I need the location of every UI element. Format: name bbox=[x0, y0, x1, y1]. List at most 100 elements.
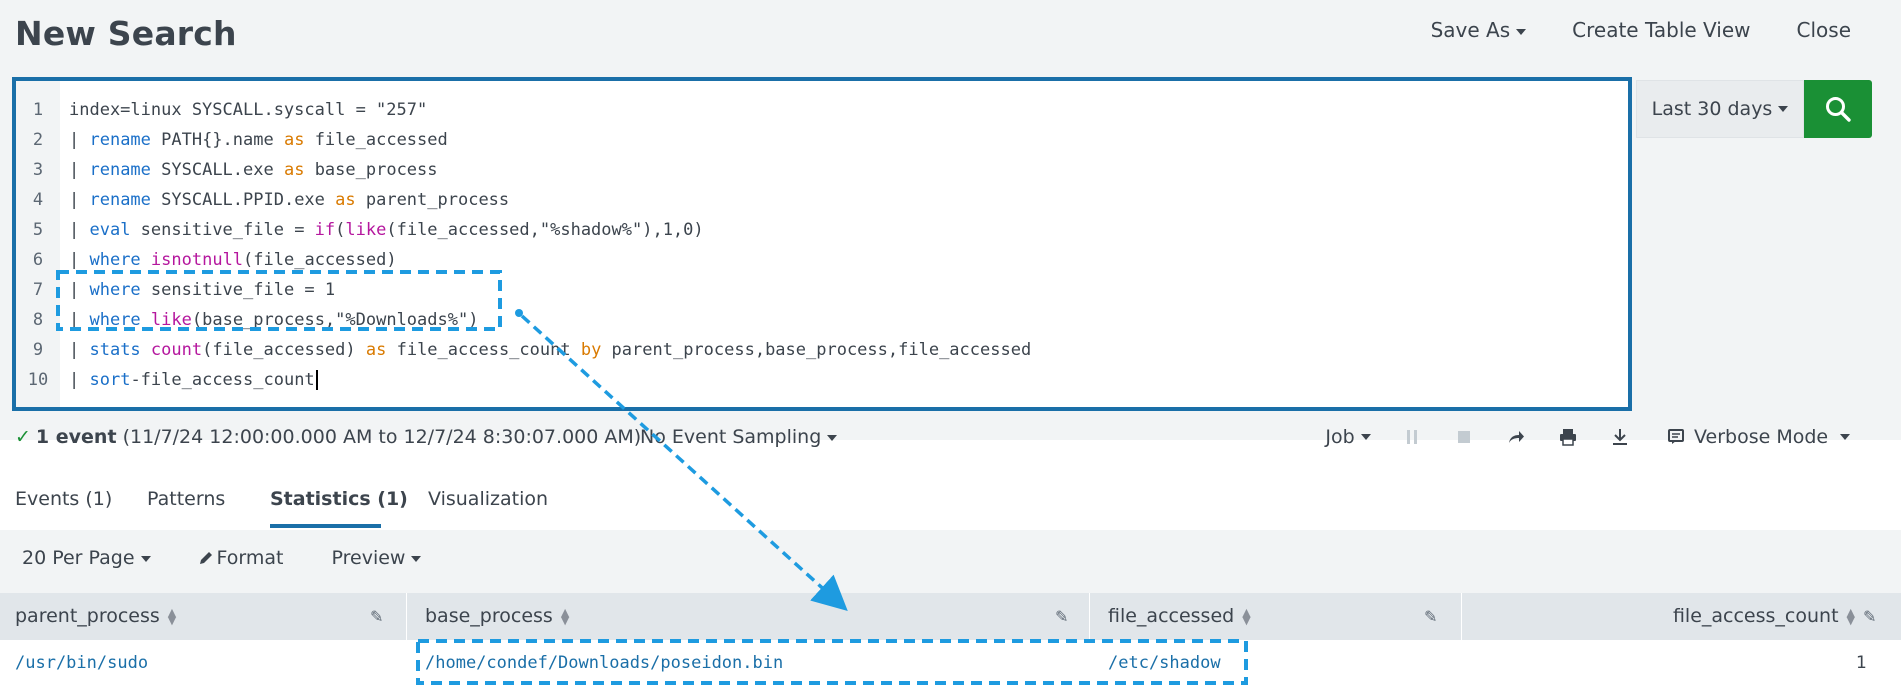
save-as-menu[interactable]: Save As bbox=[1431, 18, 1527, 42]
column-label-wrap: file_access_count ▲ ▼ bbox=[1673, 593, 1855, 640]
format-button[interactable]: Format bbox=[199, 547, 284, 569]
token-text: (file_accessed) bbox=[243, 250, 397, 270]
query-code: | rename SYSCALL.exe as base_process bbox=[69, 155, 438, 185]
line-number: 1 bbox=[32, 100, 44, 120]
active-tab-indicator bbox=[270, 524, 381, 528]
event-sampling-menu[interactable]: No Event Sampling bbox=[640, 426, 838, 448]
token-text: | bbox=[69, 190, 90, 210]
column-header-parent-process[interactable]: parent_process ▲ ▼ ✎ bbox=[0, 593, 407, 640]
token-text: parent_process,base_process,file_accesse… bbox=[601, 340, 1032, 360]
per-page-menu[interactable]: 20 Per Page bbox=[22, 547, 151, 569]
query-code: | sort-file_access_count bbox=[69, 365, 318, 395]
column-label: file_accessed bbox=[1108, 605, 1235, 627]
tab-patterns[interactable]: Patterns bbox=[147, 488, 225, 510]
pencil-icon[interactable]: ✎ bbox=[1424, 593, 1437, 640]
query-line[interactable]: 6 | where isnotnull(file_accessed) bbox=[16, 245, 1628, 275]
per-page-label: 20 Per Page bbox=[22, 547, 135, 569]
token-text: | bbox=[69, 370, 90, 390]
caret-down-icon bbox=[140, 555, 151, 562]
token-text: | bbox=[69, 250, 90, 270]
column-label: file_access_count bbox=[1672, 605, 1839, 627]
query-line[interactable]: 5 | eval sensitive_file = if(like(file_ac… bbox=[16, 215, 1628, 245]
token-op: as bbox=[283, 160, 305, 180]
cell-file-access-count: 1 bbox=[1856, 653, 1867, 673]
pause-button[interactable] bbox=[1386, 429, 1438, 445]
share-icon bbox=[1509, 431, 1524, 443]
caret-down-icon bbox=[827, 434, 838, 441]
token-text: -file_access_count bbox=[130, 370, 315, 390]
query-line[interactable]: 9 | stats count(file_accessed) as file_ac… bbox=[16, 335, 1628, 365]
table-row: /usr/bin/sudo /home/condef/Downloads/pos… bbox=[0, 640, 1901, 687]
token-kw: sort bbox=[89, 370, 131, 390]
search-query-editor[interactable]: 1 index=linux SYSCALL.syscall = "257" 2 | r… bbox=[12, 77, 1632, 411]
pencil-icon[interactable]: ✎ bbox=[1055, 593, 1068, 640]
tab-events[interactable]: Events (1) bbox=[15, 488, 112, 510]
line-number: 7 bbox=[32, 280, 44, 300]
pause-icon bbox=[1407, 430, 1417, 444]
search-button[interactable] bbox=[1804, 80, 1872, 138]
line-number: 6 bbox=[32, 250, 44, 270]
job-menu[interactable]: Job bbox=[1310, 426, 1386, 448]
query-code: | eval sensitive_file = if(like(file_acc… bbox=[69, 215, 704, 245]
query-code: | where like(base_process,"%Downloads%") bbox=[69, 305, 478, 335]
token-text: | bbox=[69, 340, 90, 360]
query-line[interactable]: 8 | where like(base_process,"%Downloads%"… bbox=[16, 305, 1628, 335]
cell-parent-process[interactable]: /usr/bin/sudo bbox=[15, 640, 148, 687]
column-header-file-access-count[interactable]: file_access_count ▲ ▼ ✎ bbox=[1463, 593, 1901, 640]
column-header-base-process[interactable]: base_process ▲ ▼ ✎ bbox=[408, 593, 1090, 640]
token-op: as bbox=[283, 130, 305, 150]
query-line[interactable]: 10 | sort-file_access_count bbox=[16, 365, 1628, 395]
share-button[interactable] bbox=[1490, 429, 1542, 445]
pencil-icon[interactable]: ✎ bbox=[370, 593, 383, 640]
query-code: | rename PATH{}.name as file_accessed bbox=[69, 125, 448, 155]
token-kw: where bbox=[89, 250, 141, 270]
caret-down-icon bbox=[1840, 434, 1851, 440]
tab-statistics[interactable]: Statistics (1) bbox=[270, 488, 408, 510]
token-kw: rename bbox=[89, 190, 151, 210]
line-number: 10 bbox=[27, 370, 49, 390]
close-button[interactable]: Close bbox=[1797, 18, 1851, 42]
create-table-view-button[interactable]: Create Table View bbox=[1572, 18, 1750, 42]
query-line[interactable]: 2 | rename PATH{}.name as file_accessed bbox=[16, 125, 1628, 155]
search-mode-menu[interactable]: Verbose Mode bbox=[1668, 426, 1851, 448]
preview-menu[interactable]: Preview bbox=[332, 547, 422, 569]
token-text: index=linux SYSCALL.syscall = "257" bbox=[69, 100, 428, 120]
time-range-picker[interactable]: Last 30 days bbox=[1636, 80, 1804, 138]
cell-file-accessed[interactable]: /etc/shadow bbox=[1108, 640, 1221, 687]
page-title: New Search bbox=[15, 14, 237, 53]
sort-icon: ▲ ▼ bbox=[1846, 605, 1855, 627]
print-button[interactable] bbox=[1542, 428, 1594, 446]
job-toolbar: Job bbox=[1310, 426, 1646, 448]
export-button[interactable] bbox=[1594, 428, 1646, 446]
token-kw: stats bbox=[89, 340, 141, 360]
stop-button[interactable] bbox=[1438, 430, 1490, 444]
query-code: index=linux SYSCALL.syscall = "257" bbox=[69, 95, 427, 125]
token-text: ( bbox=[335, 220, 346, 240]
query-code: | where isnotnull(file_accessed) bbox=[69, 245, 397, 275]
column-header-file-accessed[interactable]: file_accessed ▲ ▼ ✎ bbox=[1091, 593, 1462, 640]
cell-base-process[interactable]: /home/condef/Downloads/poseidon.bin bbox=[425, 640, 783, 687]
event-status: ✓ 1 event (11/7/24 12:00:00.000 AM to 12/… bbox=[15, 426, 641, 448]
token-fn: like bbox=[345, 220, 387, 240]
time-range-text: (11/7/24 12:00:00.000 AM to 12/7/24 8:30… bbox=[122, 426, 642, 448]
token-text: file_access_count bbox=[386, 340, 581, 360]
pencil-icon[interactable]: ✎ bbox=[1863, 593, 1876, 640]
token-text: | bbox=[69, 130, 90, 150]
event-count: 1 event bbox=[35, 426, 117, 448]
table-header: parent_process ▲ ▼ ✎ base_process ▲ ▼ ✎ file… bbox=[0, 593, 1901, 640]
tab-visualization[interactable]: Visualization bbox=[428, 488, 548, 510]
token-text: SYSCALL.exe bbox=[150, 160, 284, 180]
query-line[interactable]: 4 | rename SYSCALL.PPID.exe as parent_pro… bbox=[16, 185, 1628, 215]
token-kw: where bbox=[89, 310, 141, 330]
token-text: PATH{}.name bbox=[150, 130, 284, 150]
query-line[interactable]: 3 | rename SYSCALL.exe as base_process bbox=[16, 155, 1628, 185]
search-icon bbox=[1826, 97, 1851, 122]
query-line[interactable]: 7 | where sensitive_file = 1 bbox=[16, 275, 1628, 305]
query-line[interactable]: 1 index=linux SYSCALL.syscall = "257" bbox=[16, 95, 1628, 125]
preview-label: Preview bbox=[331, 547, 406, 569]
query-code: | where sensitive_file = 1 bbox=[69, 275, 335, 305]
token-op: as bbox=[335, 190, 356, 210]
